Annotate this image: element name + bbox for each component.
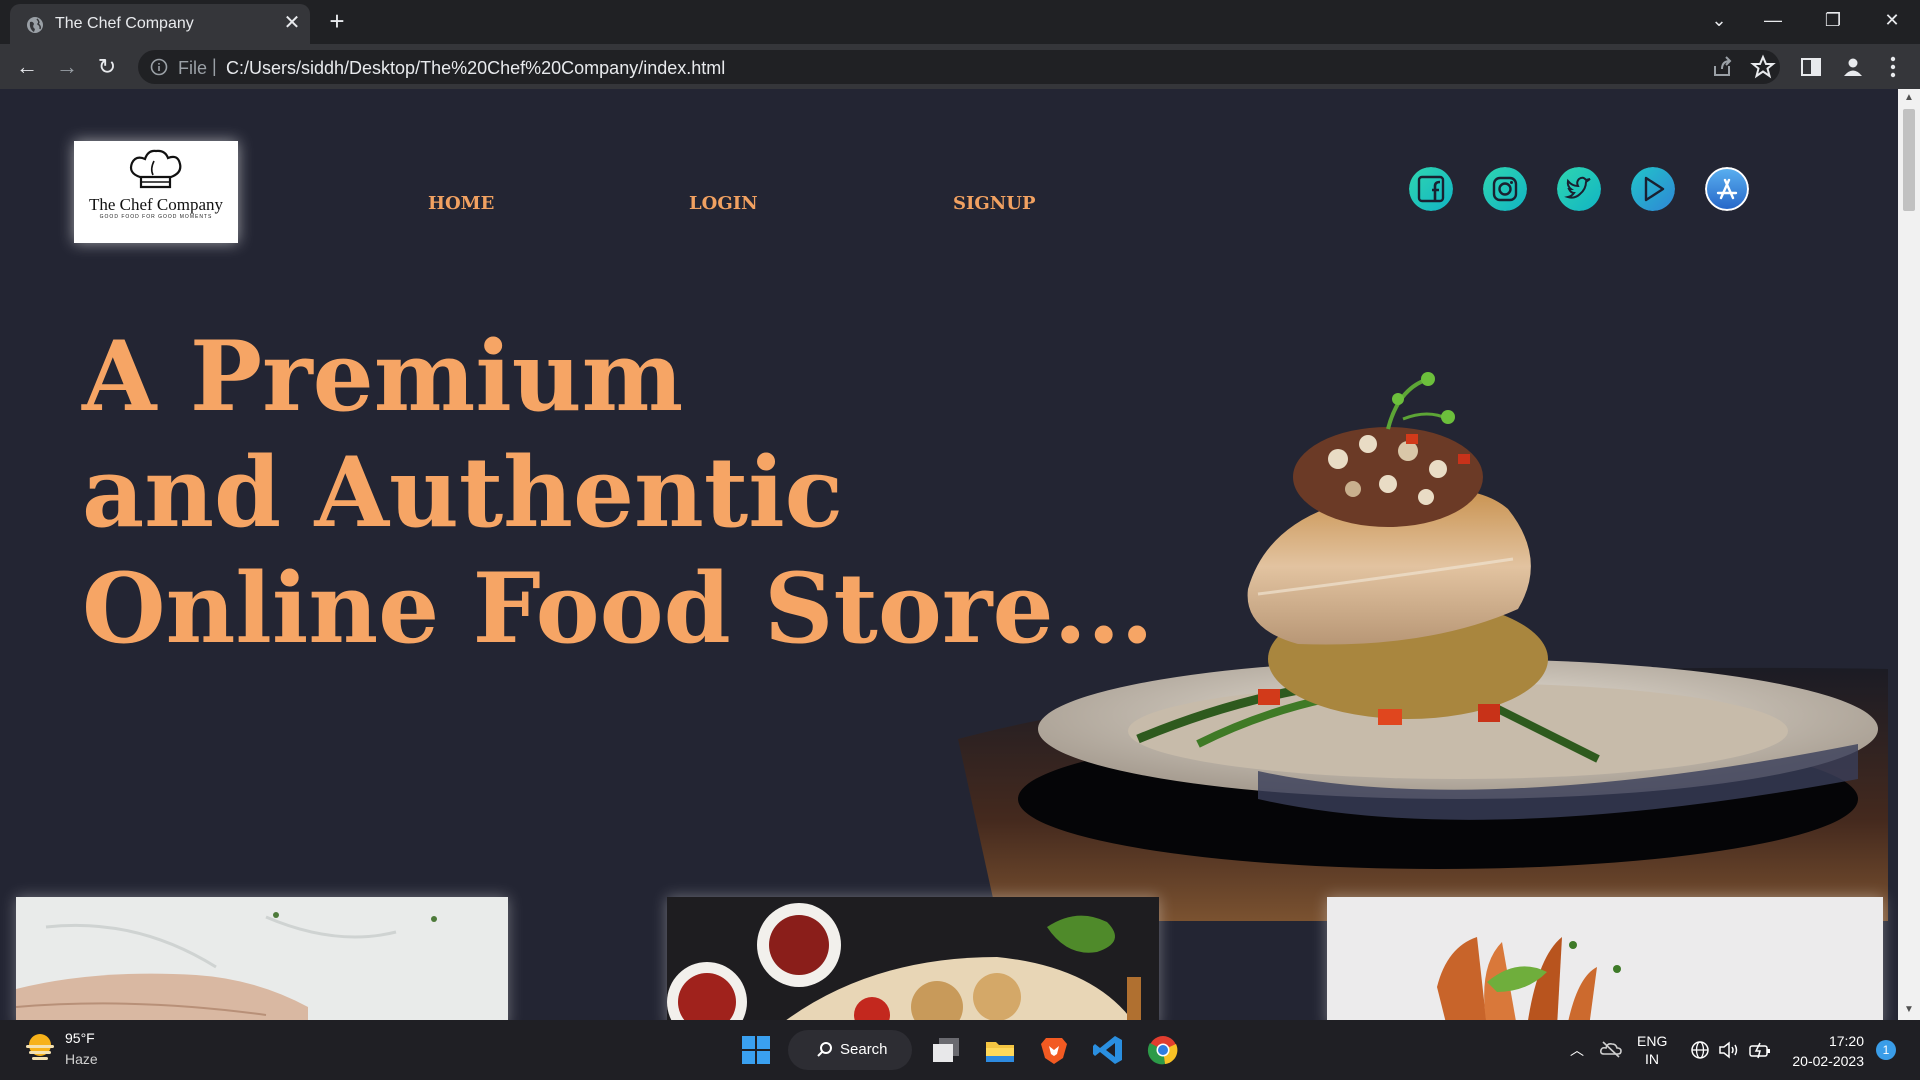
facebook-icon[interactable] [1409, 167, 1453, 211]
reload-button[interactable]: ↻ [94, 54, 120, 80]
info-icon[interactable] [150, 58, 168, 76]
hero-dish-image [958, 372, 1888, 921]
logo-tagline: GOOD FOOD FOR GOOD MOMENTS [99, 214, 213, 220]
new-tab-button[interactable]: + [324, 8, 350, 34]
onedrive-icon[interactable] [1600, 1040, 1622, 1058]
nav-home-link[interactable]: HOME [428, 193, 494, 214]
app-store-icon[interactable] [1705, 167, 1749, 211]
back-button[interactable]: ← [14, 54, 40, 80]
volume-icon[interactable] [1718, 1040, 1740, 1060]
os-taskbar: 95°F Haze Search ︿ ENG IN 17:20 20-02-20… [0, 1020, 1920, 1080]
minimize-button[interactable]: — [1758, 8, 1788, 32]
show-hidden-icons-chevron-icon[interactable]: ︿ [1570, 1040, 1584, 1060]
task-view-icon[interactable] [930, 1034, 962, 1066]
taskbar-search-label: Search [840, 1041, 888, 1058]
file-explorer-icon[interactable] [984, 1034, 1016, 1066]
hazy-sun-icon [26, 1034, 54, 1060]
chef-hat-icon [129, 149, 182, 189]
taskbar-search-button[interactable]: Search [788, 1030, 912, 1070]
chrome-icon[interactable] [1147, 1034, 1179, 1066]
address-bar[interactable]: File | C:/Users/siddh/Desktop/The%20Chef… [138, 50, 1780, 84]
clock[interactable]: 17:20 20-02-2023 [1788, 1031, 1864, 1071]
browser-toolbar: ← → ↻ File | C:/Users/siddh/Desktop/The%… [0, 44, 1920, 89]
region-code: IN [1645, 1051, 1659, 1067]
browser-tab[interactable]: The Chef Company ✕ [10, 4, 310, 44]
food-card-image[interactable] [16, 897, 508, 1020]
scrollbar-thumb[interactable] [1903, 109, 1915, 211]
scroll-up-arrow-icon[interactable]: ▲ [1903, 93, 1915, 103]
notification-badge[interactable]: 1 [1876, 1040, 1896, 1060]
brave-browser-icon[interactable] [1038, 1034, 1070, 1066]
nav-login-link[interactable]: LOGIN [689, 193, 758, 214]
twitter-icon[interactable] [1557, 167, 1601, 211]
tab-title: The Chef Company [55, 15, 194, 32]
food-card-image[interactable] [667, 897, 1159, 1020]
site-logo[interactable]: The Chef Company GOOD FOOD FOR GOOD MOME… [74, 141, 238, 243]
weather-condition: Haze [65, 1051, 98, 1067]
share-icon[interactable] [1710, 54, 1736, 80]
windows-start-icon[interactable] [740, 1034, 772, 1066]
restore-button[interactable]: ❐ [1818, 8, 1848, 32]
bookmark-star-icon[interactable] [1750, 54, 1776, 80]
tab-search-button[interactable]: ⌄ [1704, 8, 1734, 32]
battery-icon[interactable] [1748, 1040, 1772, 1060]
globe-icon [27, 17, 43, 33]
tab-close-button[interactable]: ✕ [282, 13, 302, 33]
clock-time: 17:20 [1828, 1033, 1864, 1049]
nav-signup-link[interactable]: SIGNUP [953, 193, 1035, 214]
instagram-icon[interactable] [1483, 167, 1527, 211]
scheme-label: File [178, 58, 208, 78]
close-window-button[interactable]: ✕ [1877, 8, 1907, 32]
url-text[interactable]: C:/Users/siddh/Desktop/The%20Chef%20Comp… [226, 58, 725, 79]
vscode-icon[interactable] [1092, 1034, 1124, 1066]
page-scrollbar[interactable]: ▲ ▼ [1898, 89, 1920, 1020]
language-indicator[interactable]: ENG IN [1637, 1032, 1667, 1068]
logo-name: The Chef Company [88, 195, 224, 214]
search-icon [817, 1042, 832, 1057]
page-viewport: The Chef Company GOOD FOOD FOR GOOD MOME… [0, 89, 1898, 1020]
profile-icon[interactable] [1840, 54, 1866, 80]
clock-date: 20-02-2023 [1792, 1053, 1864, 1069]
forward-button[interactable]: → [54, 54, 80, 80]
address-separator: | [212, 56, 217, 76]
menu-dots-icon[interactable] [1880, 54, 1906, 80]
network-globe-icon[interactable] [1690, 1040, 1710, 1060]
side-panel-icon[interactable] [1798, 54, 1824, 80]
weather-temperature: 95°F [65, 1030, 95, 1046]
play-store-icon[interactable] [1631, 167, 1675, 211]
language-code: ENG [1637, 1033, 1668, 1049]
tab-strip: The Chef Company ✕ + ⌄ — ❐ ✕ [0, 0, 1920, 44]
food-card-image[interactable] [1327, 897, 1883, 1020]
scroll-down-arrow-icon[interactable]: ▼ [1903, 1005, 1915, 1015]
